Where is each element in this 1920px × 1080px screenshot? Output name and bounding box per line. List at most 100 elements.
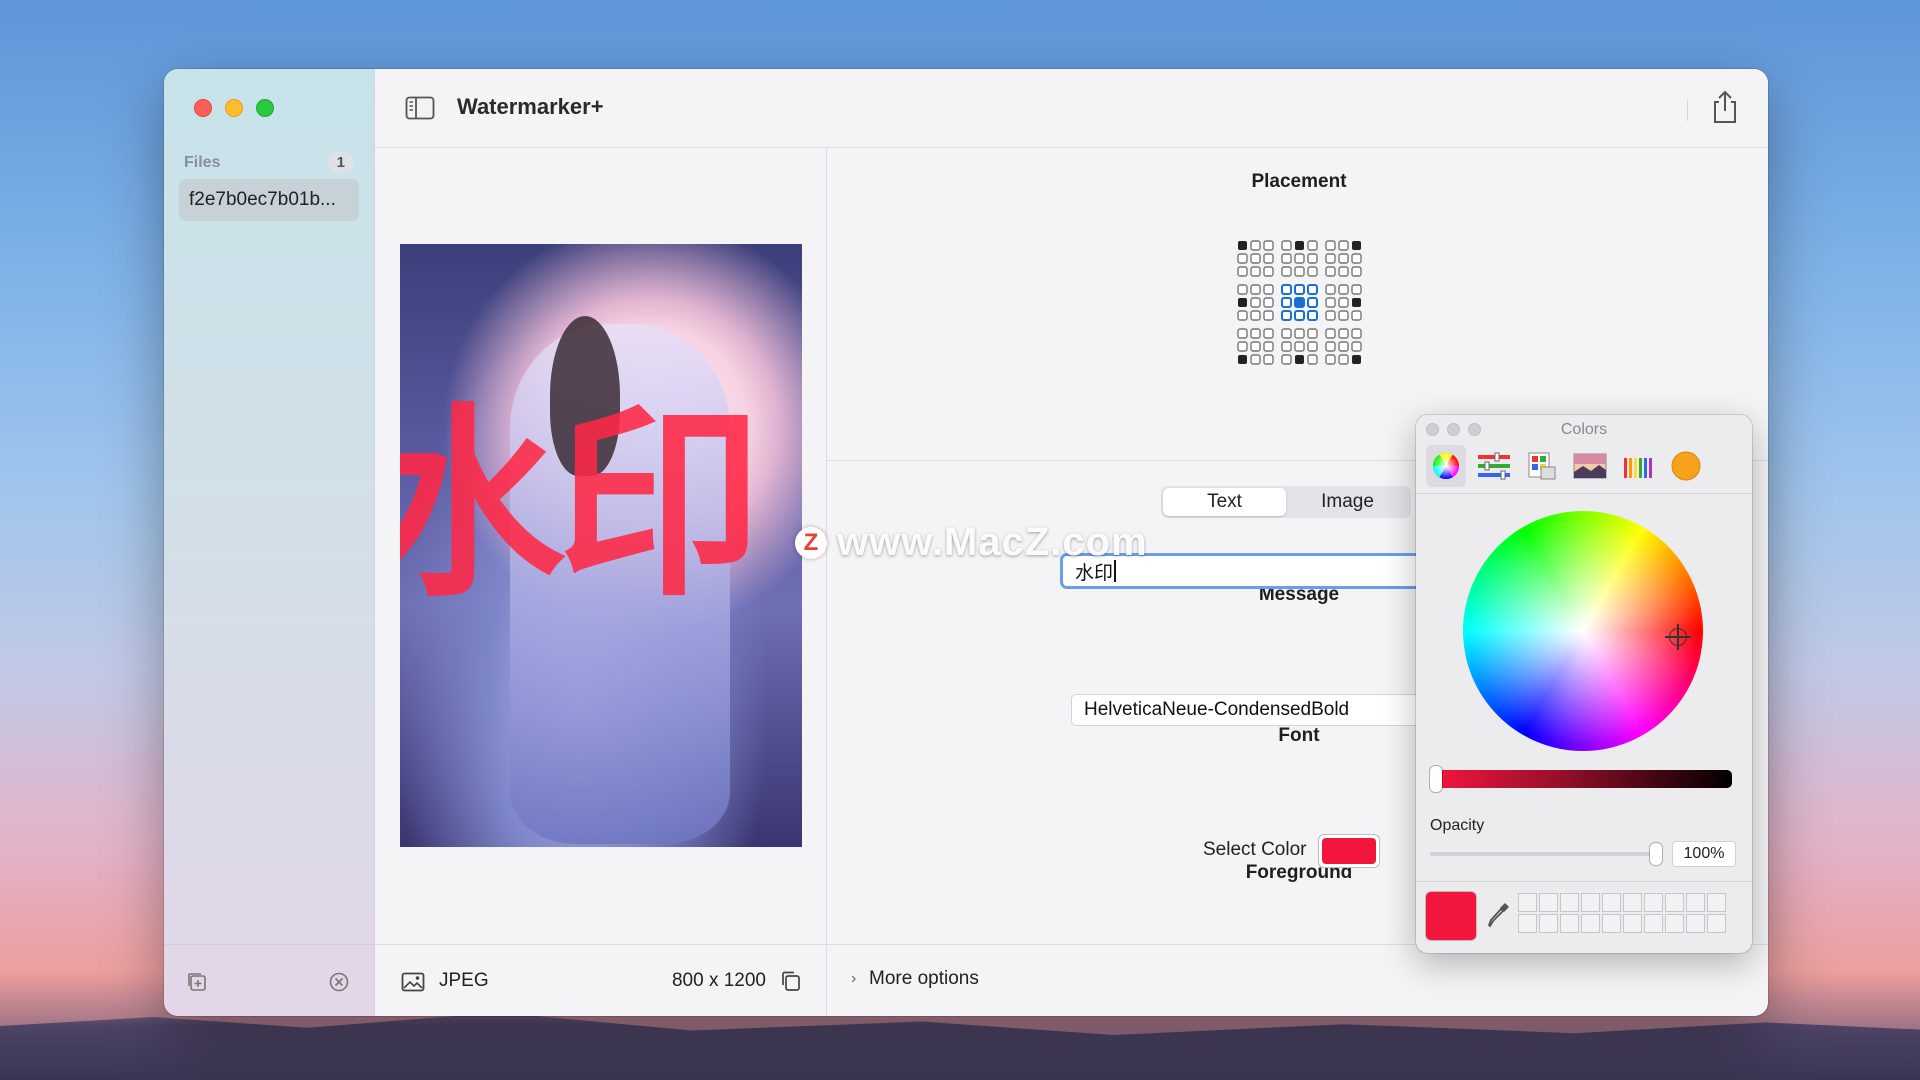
placement-cell[interactable] bbox=[1325, 240, 1362, 277]
placement-cell[interactable] bbox=[1237, 240, 1274, 277]
opacity-slider-knob[interactable] bbox=[1650, 843, 1662, 865]
opacity-field[interactable]: 100% bbox=[1672, 841, 1736, 867]
placement-cell[interactable] bbox=[1325, 328, 1362, 365]
color-mode-toolbar bbox=[1420, 445, 1748, 491]
placement-dot bbox=[1325, 310, 1336, 321]
placement-grid[interactable] bbox=[1236, 239, 1362, 365]
close-window-button[interactable] bbox=[194, 99, 212, 117]
foreground-color-fill bbox=[1322, 838, 1376, 864]
empty-swatch[interactable] bbox=[1665, 893, 1684, 912]
empty-swatch[interactable] bbox=[1518, 914, 1537, 933]
placement-dot bbox=[1325, 341, 1336, 352]
copy-icon[interactable] bbox=[780, 970, 802, 992]
placement-dot bbox=[1307, 354, 1318, 365]
placement-dot bbox=[1295, 355, 1304, 364]
empty-swatch[interactable] bbox=[1665, 914, 1684, 933]
chevron-right-icon[interactable]: › bbox=[851, 970, 856, 988]
placement-dot bbox=[1338, 266, 1349, 277]
placement-dot bbox=[1338, 253, 1349, 264]
placement-dot bbox=[1351, 341, 1362, 352]
placement-dot bbox=[1295, 241, 1304, 250]
foreground-color-well[interactable] bbox=[1318, 834, 1380, 868]
pencils-icon[interactable] bbox=[1618, 445, 1658, 487]
current-color-swatch[interactable] bbox=[1426, 892, 1476, 940]
brightness-slider[interactable] bbox=[1436, 770, 1732, 788]
placement-dot bbox=[1325, 354, 1336, 365]
placement-dot bbox=[1237, 310, 1248, 321]
tab-text[interactable]: Text bbox=[1163, 488, 1286, 516]
placement-dot bbox=[1263, 240, 1274, 251]
remove-file-icon[interactable] bbox=[328, 971, 350, 993]
placement-cell[interactable] bbox=[1281, 240, 1318, 277]
window-controls bbox=[194, 99, 274, 117]
palettes-icon[interactable] bbox=[1522, 445, 1562, 487]
placement-dot bbox=[1294, 266, 1305, 277]
empty-swatch[interactable] bbox=[1581, 893, 1600, 912]
placement-dot bbox=[1351, 284, 1362, 295]
placement-dot bbox=[1281, 284, 1292, 295]
file-name: f2e7b0ec7b01b... bbox=[189, 189, 336, 210]
empty-swatch[interactable] bbox=[1539, 893, 1558, 912]
placement-dot bbox=[1294, 310, 1305, 321]
placement-dot bbox=[1325, 284, 1336, 295]
placement-dot bbox=[1263, 284, 1274, 295]
font-field[interactable]: HelveticaNeue-CondensedBold bbox=[1071, 694, 1471, 726]
placement-dot bbox=[1281, 310, 1292, 321]
placement-cell[interactable] bbox=[1237, 328, 1274, 365]
placement-dot bbox=[1263, 341, 1274, 352]
empty-swatch[interactable] bbox=[1644, 914, 1663, 933]
placement-dot bbox=[1352, 355, 1361, 364]
placement-cell[interactable] bbox=[1281, 284, 1318, 321]
empty-swatch[interactable] bbox=[1539, 914, 1558, 933]
placement-dot bbox=[1237, 253, 1248, 264]
brightness-slider-knob[interactable] bbox=[1430, 766, 1442, 792]
empty-swatch[interactable] bbox=[1644, 893, 1663, 912]
colors-panel-title: Colors bbox=[1560, 421, 1608, 438]
add-files-icon[interactable] bbox=[186, 971, 208, 993]
empty-swatch[interactable] bbox=[1623, 893, 1642, 912]
crayon-icon[interactable] bbox=[1666, 445, 1706, 487]
empty-swatch[interactable] bbox=[1623, 914, 1642, 933]
placement-dot bbox=[1307, 284, 1318, 295]
placement-dot bbox=[1281, 266, 1292, 277]
empty-swatch[interactable] bbox=[1686, 914, 1705, 933]
sliders-icon[interactable] bbox=[1474, 445, 1514, 487]
placement-cell[interactable] bbox=[1237, 284, 1274, 321]
tab-image[interactable]: Image bbox=[1286, 488, 1409, 516]
placement-dot bbox=[1325, 266, 1336, 277]
placement-dot bbox=[1307, 310, 1318, 321]
color-wheel-crosshair[interactable] bbox=[1665, 624, 1691, 650]
placement-dot bbox=[1250, 284, 1261, 295]
empty-swatch[interactable] bbox=[1518, 893, 1537, 912]
file-list-item[interactable]: f2e7b0ec7b01b... bbox=[179, 179, 359, 221]
placement-cell[interactable] bbox=[1281, 328, 1318, 365]
empty-swatch[interactable] bbox=[1707, 893, 1726, 912]
preview-pane: 水印 bbox=[375, 148, 827, 944]
image-palette-icon[interactable] bbox=[1570, 445, 1610, 487]
placement-dot bbox=[1338, 341, 1349, 352]
empty-swatch[interactable] bbox=[1686, 893, 1705, 912]
placement-cell[interactable] bbox=[1325, 284, 1362, 321]
preview-watermark-text: 水印 bbox=[400, 387, 762, 625]
empty-swatch[interactable] bbox=[1560, 914, 1579, 933]
color-wheel-icon[interactable] bbox=[1426, 445, 1466, 487]
eyedropper-icon[interactable] bbox=[1486, 900, 1512, 930]
empty-swatch[interactable] bbox=[1581, 914, 1600, 933]
empty-swatch[interactable] bbox=[1602, 914, 1621, 933]
empty-swatch[interactable] bbox=[1602, 893, 1621, 912]
sidebar-toggle-icon[interactable] bbox=[405, 96, 435, 120]
empty-swatch[interactable] bbox=[1707, 914, 1726, 933]
empty-swatch[interactable] bbox=[1560, 893, 1579, 912]
image-format: JPEG bbox=[439, 970, 489, 991]
opacity-slider[interactable] bbox=[1430, 852, 1656, 856]
minimize-window-button[interactable] bbox=[225, 99, 243, 117]
placement-dot bbox=[1325, 297, 1336, 308]
zoom-window-button[interactable] bbox=[256, 99, 274, 117]
share-icon[interactable] bbox=[1710, 89, 1740, 125]
colors-panel-divider bbox=[1416, 493, 1752, 494]
placement-dot bbox=[1294, 341, 1305, 352]
more-options-button[interactable]: More options bbox=[869, 968, 979, 990]
placement-dot bbox=[1250, 253, 1261, 264]
placement-dot bbox=[1338, 328, 1349, 339]
color-wheel[interactable] bbox=[1463, 511, 1703, 751]
